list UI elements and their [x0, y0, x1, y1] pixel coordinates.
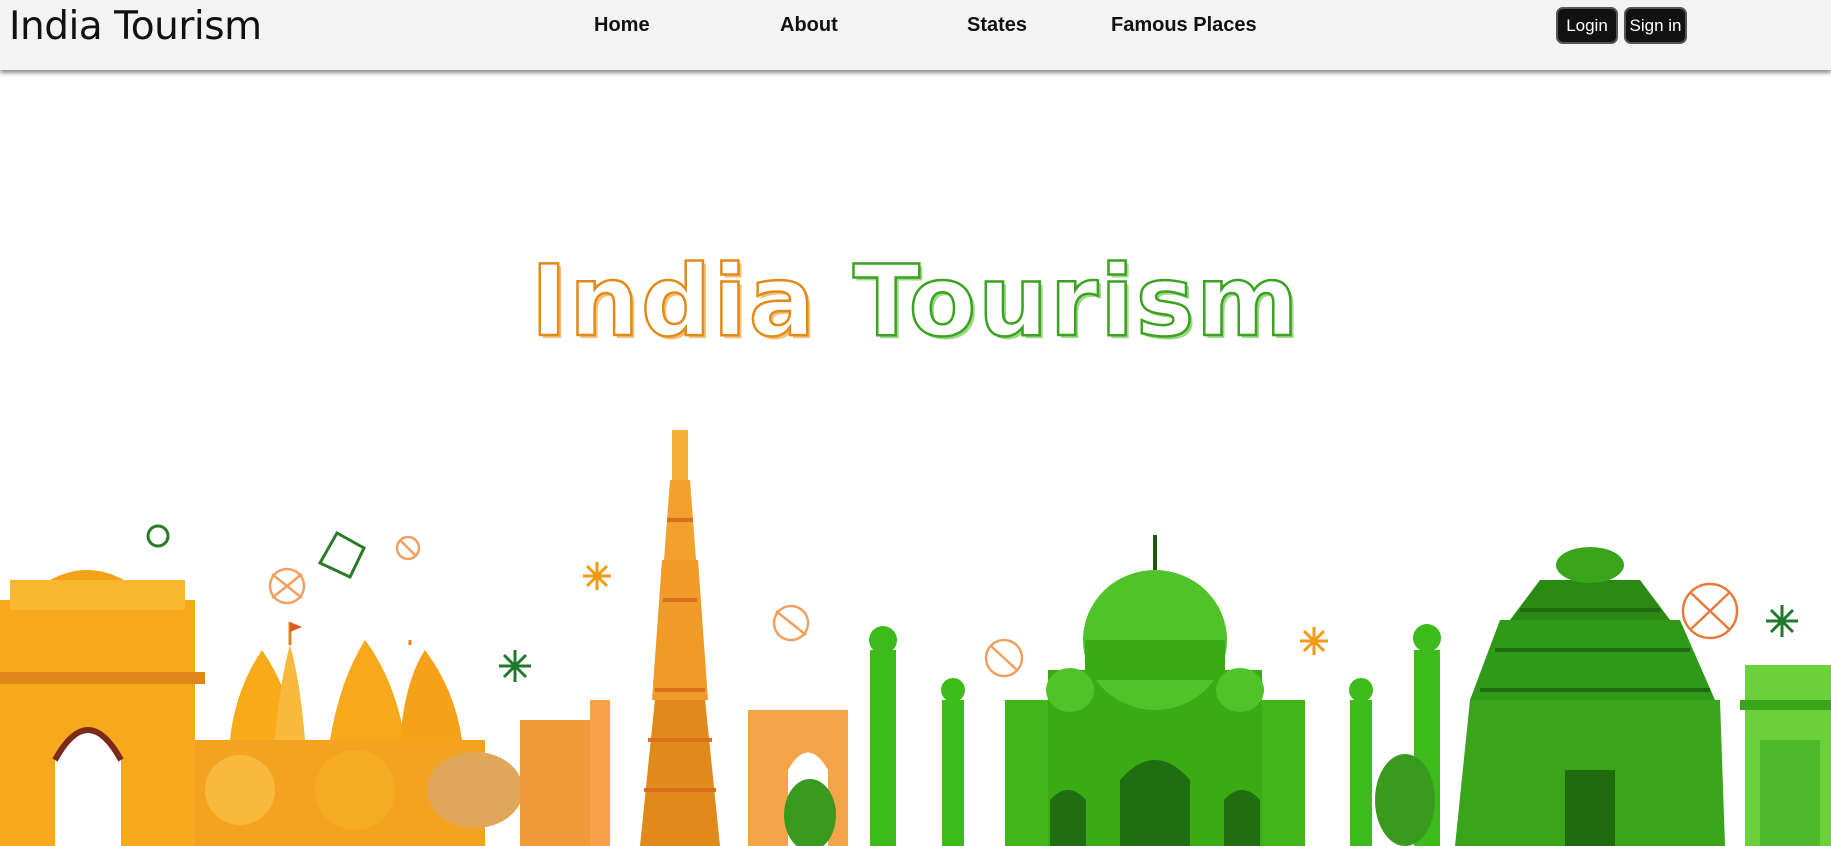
nav-states[interactable]: States: [967, 14, 1027, 37]
india-gate-icon: [0, 570, 205, 846]
nav-about[interactable]: About: [780, 14, 838, 37]
nav-famous-places[interactable]: Famous Places: [1111, 14, 1257, 37]
monuments-skyline-illustration: [0, 430, 1831, 846]
hero-title-word-india: India: [529, 244, 817, 361]
building-icon: [1740, 665, 1831, 846]
login-button[interactable]: Login: [1556, 7, 1618, 44]
sun-temple-icon: [1455, 547, 1725, 846]
brand-logo-text[interactable]: India Tourism: [9, 4, 262, 49]
top-navbar: India Tourism Home About States Famous P…: [0, 0, 1831, 70]
signin-button[interactable]: Sign in: [1624, 7, 1687, 44]
hero-title: India Tourism: [0, 244, 1831, 361]
tree-icon: [427, 752, 523, 828]
kite-icon: [146, 524, 366, 579]
hero-title-word-tourism: Tourism: [852, 244, 1301, 361]
taj-mahal-icon: [1005, 535, 1305, 846]
nav-home[interactable]: Home: [594, 14, 650, 37]
